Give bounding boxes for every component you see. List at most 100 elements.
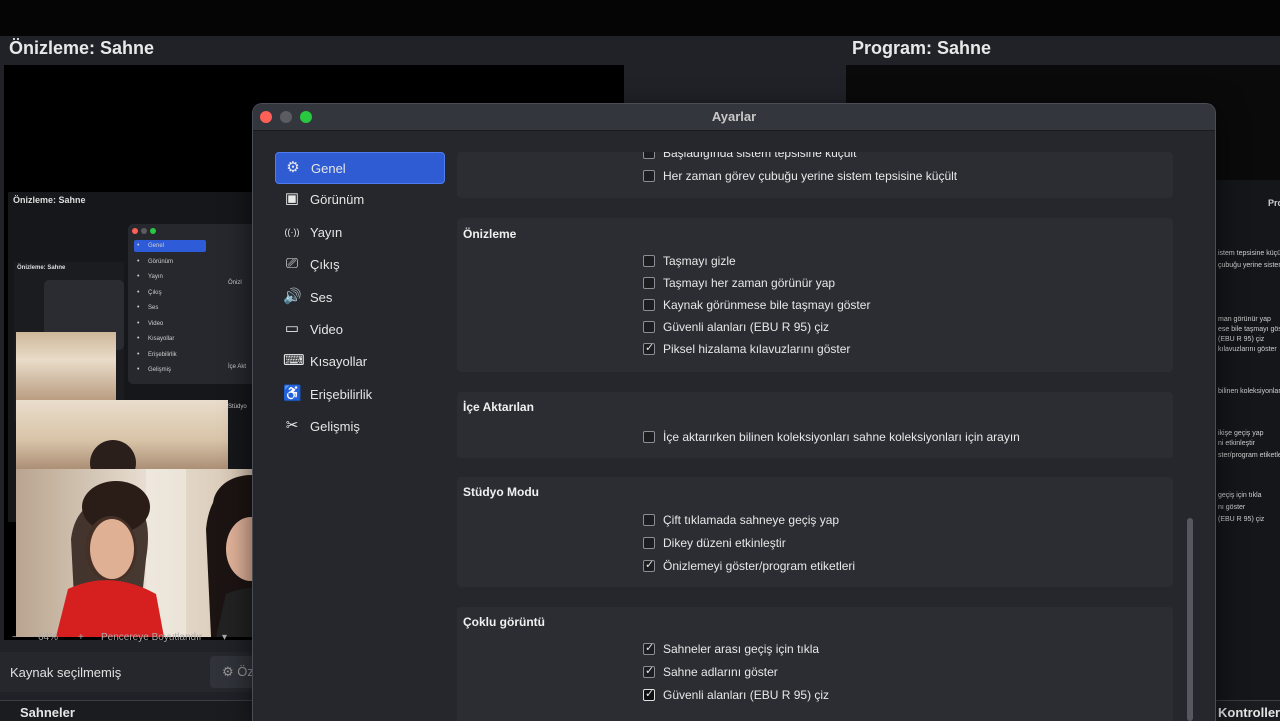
checkbox[interactable]	[643, 277, 655, 289]
option-label: Başladığında sistem tepsisine küçült	[663, 152, 857, 160]
program-title: Program: Sahne	[852, 38, 992, 58]
option-label: Piksel hizalama kılavuzlarını göster	[663, 342, 851, 356]
sidebar-item-label: Çıkış	[310, 257, 340, 273]
nested-nav-label: Yayın	[148, 274, 163, 280]
bullet-icon: •	[137, 366, 140, 373]
sidebar-item-2[interactable]: ((·)) Yayın	[275, 217, 445, 249]
nested-nav-item: • Kısayollar	[134, 333, 206, 345]
scenes-header-label: Sahneler	[20, 705, 75, 720]
checkbox-checked[interactable]	[643, 558, 655, 572]
sidebar-item-0[interactable]: ⚙ Genel	[275, 152, 445, 184]
preview-title: Önizleme: Sahne	[9, 38, 155, 58]
preview-group-title: Önizleme	[463, 227, 517, 241]
nested-program-line: kılavuzlarını göster	[1218, 346, 1277, 353]
option-label: Çift tıklamada sahneye geçiş yap	[663, 513, 840, 527]
controls-header-label: Kontroller	[1218, 705, 1280, 720]
zoom-in-button[interactable]: +	[78, 632, 84, 643]
tools-icon: ✂	[285, 417, 299, 435]
nested-settings-window: • Genel • Görünüm • Yayın • Çıkış • Ses • Video • Kıs…	[128, 224, 252, 384]
resize-to-window-button[interactable]: Pencereye Boyutlandır	[101, 632, 202, 643]
option-label: Önizlemeyi göster/program etiketleri	[663, 559, 856, 573]
bullet-icon: •	[137, 335, 140, 342]
checkbox-checked[interactable]	[643, 341, 655, 355]
option-label: Güvenli alanları (EBU R 95) çiz	[663, 688, 830, 702]
bullet-icon: •	[137, 350, 140, 358]
zoom-out-button[interactable]: −	[12, 632, 18, 643]
bullet-icon: •	[137, 304, 140, 311]
option-label: Sahne adlarını göster	[663, 665, 778, 679]
studio-group: Stüdyo Modu Çift tıklamada sahneye geçiş…	[457, 477, 1173, 587]
checkbox-checked[interactable]	[643, 664, 655, 678]
nested-nav-item: • Genel	[134, 240, 206, 252]
sidebar-item-3[interactable]: ⎚ Çıkış	[275, 249, 445, 281]
studio-group-title: Stüdyo Modu	[463, 485, 539, 499]
import-group: İçe Aktarılan İçe aktarırken bilinen kol…	[457, 392, 1173, 458]
sidebar-item-label: Video	[310, 321, 344, 337]
nested-side-label: Önizl	[228, 280, 242, 286]
nested-program-title: Pro	[1268, 198, 1280, 208]
sidebar-item-label: Ses	[310, 289, 333, 305]
checkbox[interactable]	[643, 170, 655, 182]
sidebar-item-7[interactable]: ♿ Erişebilirlik	[275, 379, 445, 411]
settings-title: Ayarlar	[711, 109, 757, 124]
sidebar-item-label: Genel	[311, 161, 346, 176]
option-label: İçe aktarırken bilinen koleksiyonları sa…	[663, 430, 1020, 444]
option-label: Sahneler arası geçiş için tıkla	[663, 642, 820, 656]
preview-group: Önizleme Taşmayı gizle Taşmayı her zaman …	[457, 218, 1173, 372]
checkbox[interactable]	[643, 321, 655, 333]
nested-preview-title: Önizleme: Sahne	[13, 195, 86, 205]
checkbox[interactable]	[643, 299, 655, 311]
settings-scrollbar[interactable]	[1187, 148, 1193, 721]
sidebar-item-label: Kısayollar	[310, 354, 368, 370]
scenes-dock-header: Sahneler	[0, 700, 252, 721]
sidebar-item-5[interactable]: ▭ Video	[275, 314, 445, 346]
nested-nav-label: Genel	[148, 243, 165, 249]
checkbox[interactable]	[643, 152, 655, 159]
nested-nav-item: • Gelişmiş	[134, 364, 206, 376]
nested-program: Pro istem tepsisine küçült çubuğu yerine …	[1216, 180, 1280, 700]
gear-icon: ⚙	[286, 159, 300, 176]
nested-program-line: ikişe geçiş yap	[1218, 430, 1264, 437]
monitor-icon: ▭	[284, 319, 300, 337]
nested-program-line: nı göster	[1218, 504, 1246, 511]
top-bar	[0, 0, 1280, 36]
nested-side-label: Stüdyo	[228, 404, 247, 410]
sidebar-item-8[interactable]: ✂ Gelişmiş	[275, 411, 445, 443]
nested-program-line: ster/program etiketleri	[1218, 452, 1280, 459]
multiview-group-title: Çoklu görüntü	[463, 615, 545, 629]
output-icon: ⎚	[285, 255, 298, 273]
checkbox-checked[interactable]	[643, 641, 655, 655]
checkbox[interactable]	[643, 255, 655, 267]
sidebar-item-1[interactable]: ▣ Görünüm	[275, 184, 445, 216]
appearance-icon: ▣	[284, 190, 300, 208]
sidebar-item-label: Yayın	[310, 224, 343, 240]
bullet-icon: •	[137, 288, 140, 296]
tray-group: Başladığında sistem tepsisine küçült Her…	[457, 152, 1173, 198]
source-toolbar: Kaynak seçilmemiş ⚙ Öz	[0, 652, 270, 692]
nested-nav-item: • Ses	[134, 302, 206, 314]
chevron-down-icon[interactable]: ▾	[222, 632, 227, 643]
settings-sidebar: ⚙ Genel ▣ Görünüm ((·)) Yayın ⎚ Çıkış 🔊 Ses ▭ Video…	[275, 152, 445, 444]
bullet-icon: •	[137, 319, 140, 327]
scrollbar-thumb[interactable]	[1187, 518, 1193, 721]
nested-nav-item: • Çıkış	[134, 287, 206, 299]
zoom-controls: − 64% + Pencereye Boyutlandır ▾	[0, 630, 250, 648]
sidebar-item-6[interactable]: ⌨ Kısayollar	[275, 346, 445, 378]
option-label: Kaynak görünmese bile taşmayı göster	[663, 298, 871, 312]
checkbox-checked[interactable]	[643, 687, 655, 701]
nested-program-line: geçiş için tıkla	[1218, 492, 1262, 499]
controls-dock-header: Kontroller	[1216, 700, 1280, 721]
bullet-icon: •	[137, 242, 140, 249]
checkbox[interactable]	[643, 514, 655, 526]
nested-webcam-small	[16, 332, 116, 402]
nested-program-line: (EBU R 95) çiz	[1218, 516, 1265, 523]
settings-titlebar[interactable]: Ayarlar	[253, 104, 1215, 131]
nested-nav-label: Görünüm	[148, 258, 174, 265]
checkbox[interactable]	[643, 431, 655, 443]
settings-window: Ayarlar ⚙ Genel ▣ Görünüm ((·)) Yayın ⎚ Çıkış 🔊 S…	[252, 103, 1216, 721]
nested-program-line: man görünür yap	[1218, 316, 1271, 323]
sidebar-item-4[interactable]: 🔊 Ses	[275, 282, 445, 314]
checkbox[interactable]	[643, 537, 655, 549]
option-label: Güvenli alanları (EBU R 95) çiz	[663, 320, 830, 334]
broadcast-icon: ((·))	[284, 226, 300, 237]
